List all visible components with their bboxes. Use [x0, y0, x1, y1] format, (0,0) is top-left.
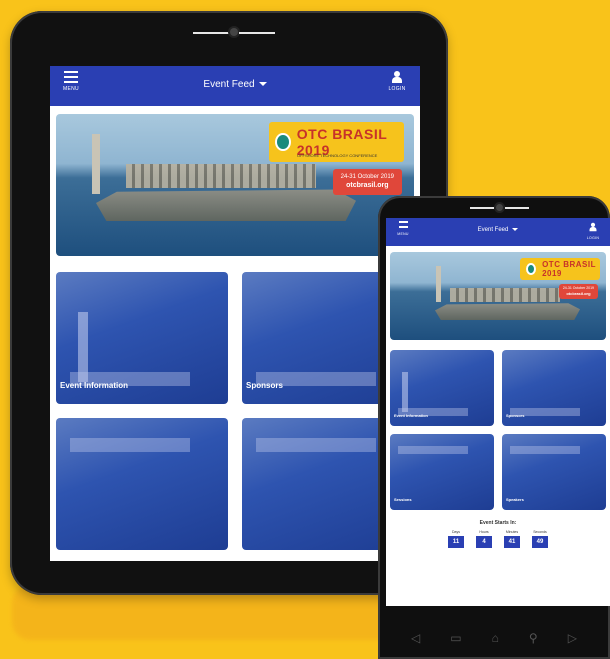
tile-label: Sponsors: [506, 413, 525, 418]
tablet-screen: MENU Event Feed LOGIN OTC BRASIL 2019 OF…: [50, 66, 420, 561]
unit-value: 11: [448, 536, 464, 548]
app-bar: MENU Event Feed LOGIN: [50, 66, 420, 106]
date-tag: 24-31 October 2019 otcbrasil.org: [332, 169, 402, 196]
unit-label: Minutes: [505, 530, 519, 534]
unit-value: 49: [532, 536, 548, 548]
tile-sessions[interactable]: [56, 418, 228, 550]
countdown-seconds: Seconds 49: [532, 530, 548, 548]
login-label: LOGIN: [586, 236, 600, 240]
login-button[interactable]: LOGIN: [580, 221, 606, 240]
date-tag: 24-31 October 2019 otcbrasil.org: [558, 284, 598, 299]
unit-value: 4: [476, 536, 492, 548]
hero-banner[interactable]: OTC BRASIL 2019 24-31 October 2019 otcbr…: [390, 252, 606, 340]
home-icon[interactable]: ⌂: [492, 631, 499, 645]
brand-tagline: OFFSHORE TECHNOLOGY CONFERENCE: [297, 153, 378, 158]
phone-camera-icon: [496, 204, 503, 211]
feed-content: OTC BRASIL 2019 OFFSHORE TECHNOLOGY CONF…: [50, 106, 420, 558]
tile-sponsors[interactable]: Sponsors: [502, 350, 606, 426]
tile-sessions[interactable]: Sessions: [390, 434, 494, 510]
unit-value: 41: [504, 536, 520, 548]
event-site: otcbrasil.org: [566, 290, 591, 296]
forward-icon[interactable]: ▷: [568, 631, 577, 645]
event-date: 24-31 October 2019: [340, 174, 394, 180]
tablet-speaker-left: [193, 32, 229, 34]
countdown-units: Days 11 Hours 4 Minutes 41 Seconds 49: [390, 530, 606, 548]
hero-banner[interactable]: OTC BRASIL 2019 OFFSHORE TECHNOLOGY CONF…: [56, 114, 414, 256]
back-icon[interactable]: ◁: [411, 631, 420, 645]
phone-screen: MENU Event Feed LOGIN OTC BRASIL 2019 24…: [386, 218, 610, 606]
unit-label: Hours: [479, 530, 489, 534]
tile-event-information[interactable]: Event Information: [56, 272, 228, 404]
tile-label: Sponsors: [246, 381, 283, 390]
app-title: Event Feed: [477, 227, 509, 233]
countdown-title: Event Starts In:: [479, 520, 517, 526]
countdown: Event Starts In: Days 11 Hours 4 Minutes…: [390, 520, 606, 548]
brand-title: OTC BRASIL 2019: [542, 260, 596, 278]
globe-icon: [275, 133, 291, 151]
brand-banner: OTC BRASIL 2019: [520, 258, 600, 280]
unit-label: Days: [452, 530, 460, 534]
tile-image-base: [398, 446, 468, 454]
caret-down-icon: [258, 82, 267, 87]
globe-icon: [526, 263, 537, 275]
login-button[interactable]: LOGIN: [384, 71, 410, 92]
phone-speaker-left: [470, 207, 494, 209]
tile-event-information[interactable]: Event Information: [390, 350, 494, 426]
ship-deck: [126, 164, 316, 188]
recent-apps-icon[interactable]: ▭: [450, 631, 461, 645]
brand-banner: OTC BRASIL 2019 OFFSHORE TECHNOLOGY CONF…: [269, 122, 404, 162]
tile-speakers[interactable]: Speakers: [502, 434, 606, 510]
caret-down-icon: [512, 227, 519, 231]
tile-image-base: [70, 438, 190, 452]
app-title: Event Feed: [203, 79, 255, 90]
tile-label: Sessions: [394, 497, 412, 502]
tile-label: Speakers: [506, 497, 524, 502]
feed-content: OTC BRASIL 2019 24-31 October 2019 otcbr…: [386, 246, 610, 554]
platform-tower: [436, 266, 441, 302]
tile-image-base: [510, 446, 580, 454]
tile-label: Event Information: [60, 381, 129, 390]
tile-label: Event Information: [394, 413, 429, 418]
user-icon: [588, 222, 598, 232]
login-label: LOGIN: [388, 86, 406, 92]
platform-tower: [92, 134, 100, 194]
tile-image: [402, 372, 408, 412]
tile-grid: Event Information Sponsors Sessions Spea…: [390, 350, 606, 510]
phone-nav-bar: ◁ ▭ ⌂ ⚲ ▷: [378, 631, 610, 645]
countdown-days: Days 11: [448, 530, 464, 548]
tablet-camera-icon: [230, 28, 238, 36]
tablet-speaker-right: [239, 32, 275, 34]
event-site: otcbrasil.org: [346, 182, 389, 190]
unit-label: Seconds: [533, 530, 547, 534]
event-feed-dropdown[interactable]: Event Feed: [50, 79, 420, 90]
user-icon: [390, 71, 404, 83]
tile-grid: Event Information Sponsors: [56, 272, 414, 550]
phone-device: MENU Event Feed LOGIN OTC BRASIL 2019 24…: [378, 196, 610, 659]
phone-speaker-right: [505, 207, 529, 209]
countdown-hours: Hours 4: [476, 530, 492, 548]
event-feed-dropdown[interactable]: Event Feed: [386, 227, 610, 233]
countdown-minutes: Minutes 41: [504, 530, 520, 548]
app-bar: MENU Event Feed LOGIN: [386, 218, 610, 246]
ship-deck: [450, 288, 560, 302]
tile-image-base: [256, 438, 376, 452]
search-icon[interactable]: ⚲: [529, 631, 538, 645]
